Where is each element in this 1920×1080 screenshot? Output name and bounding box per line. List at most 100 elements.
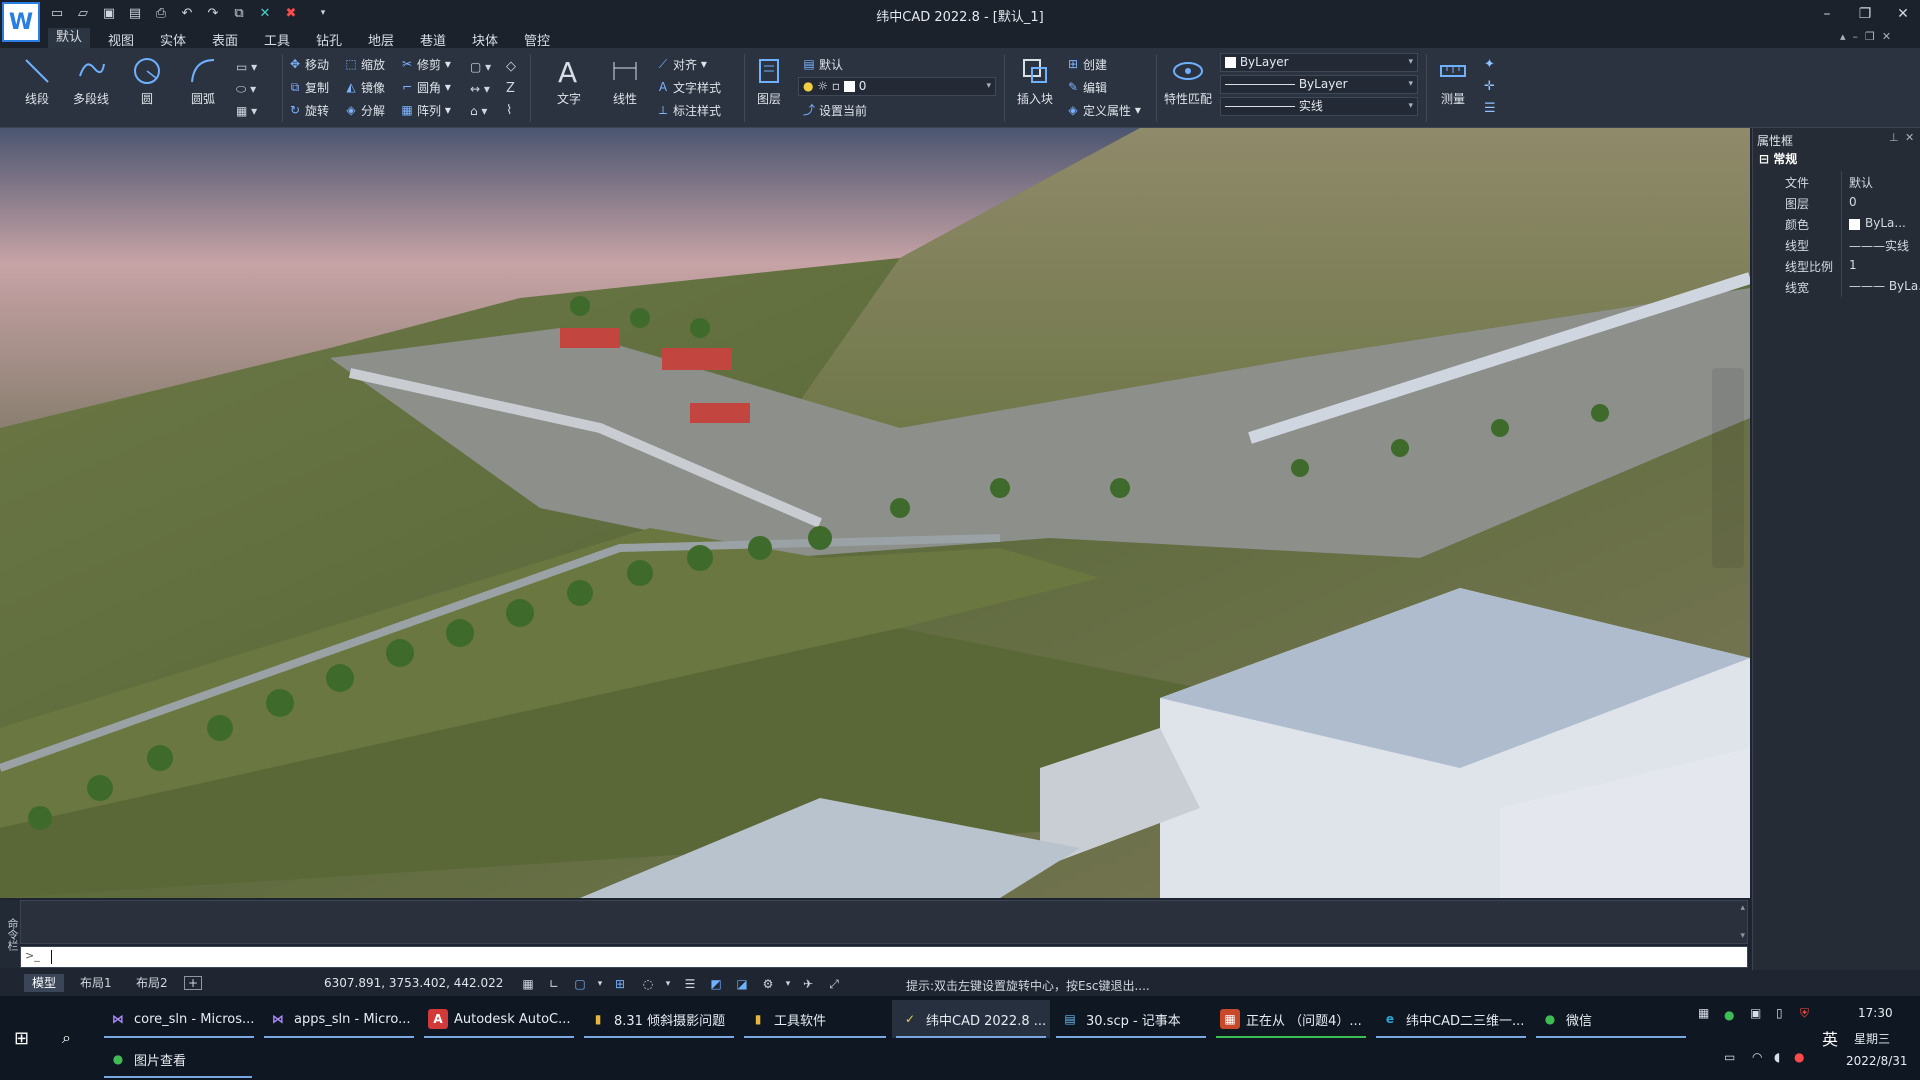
property-row-lineweight[interactable]: 线宽——— ByLa... xyxy=(1759,276,1920,297)
scroll-up-icon[interactable]: ▴ xyxy=(1740,903,1745,913)
linear-dim-tool[interactable]: 线性 xyxy=(602,52,648,124)
tab-model[interactable]: 模型 xyxy=(24,974,65,992)
aligned-dim-button[interactable]: ⟋ 对齐 ▾ xyxy=(656,54,707,74)
minimize-button[interactable]: – xyxy=(1814,3,1840,25)
utility-extra-icons[interactable]: ✦ ✛ ☰ xyxy=(1484,54,1496,120)
tray-keyboard-icon[interactable]: ▦ xyxy=(1698,1006,1709,1020)
tab-strata[interactable]: 地层 xyxy=(368,30,394,49)
drawing-viewport[interactable] xyxy=(0,128,1750,898)
current-layer-label[interactable]: ▤ 默认 xyxy=(802,54,843,74)
property-row-linetype[interactable]: 线型 ———实线 xyxy=(1759,234,1919,255)
taskbar-app-notepad[interactable]: ▤ 30.scp - 记事本 xyxy=(1052,1000,1210,1038)
tray-battery-icon[interactable]: ▭ xyxy=(1724,1050,1735,1064)
lineweight-dropdown[interactable]: 实线 ▾ xyxy=(1220,97,1418,116)
property-row-file[interactable]: 文件 默认 xyxy=(1759,171,1919,192)
taskbar-app-download[interactable]: ▦ 正在从 （问题4）... xyxy=(1212,1000,1370,1038)
text-style-button[interactable]: A 文字样式 xyxy=(656,77,721,97)
set-current-layer-button[interactable]: ⤴ 设置当前 xyxy=(802,100,867,120)
layer-state-dropdown[interactable]: ● ☼ ▫ 0 ▾ xyxy=(798,77,996,96)
linetype-dropdown[interactable]: ByLayer ▾ xyxy=(1220,75,1418,94)
tab-layout2[interactable]: 布局2 xyxy=(128,974,176,992)
tab-block-model[interactable]: 块体 xyxy=(472,30,498,49)
taskbar-app-core-sln[interactable]: ⋈ core_sln - Micros... xyxy=(100,1000,258,1038)
ortho-icon[interactable]: ▢ xyxy=(572,976,588,992)
dynamic-input-icon[interactable]: ◪ xyxy=(734,976,750,992)
gear-icon[interactable]: ⚙ xyxy=(760,976,776,992)
tab-tools[interactable]: 工具 xyxy=(264,30,290,49)
tab-solid[interactable]: 实体 xyxy=(160,30,186,49)
edit-block-button[interactable]: ✎ 编辑 xyxy=(1066,77,1107,97)
taskbar-app-wechat[interactable]: ● 微信 xyxy=(1532,1000,1690,1038)
tray-volume-icon[interactable]: ◖ xyxy=(1774,1050,1780,1064)
insert-block-tool[interactable]: 插入块 xyxy=(1012,52,1058,124)
move-button[interactable]: ✥ 移动 xyxy=(288,54,329,74)
arc-tool[interactable]: 圆弧 xyxy=(180,52,226,124)
explode-button[interactable]: ◈ 分解 xyxy=(344,100,385,120)
tab-layout1[interactable]: 布局1 xyxy=(72,974,120,992)
property-row-layer[interactable]: 图层 0 xyxy=(1759,192,1919,213)
match-properties-tool[interactable]: 特性匹配 xyxy=(1164,52,1212,124)
clock-date[interactable]: 2022/8/31 xyxy=(1846,1054,1908,1068)
oblique-photography-model[interactable] xyxy=(0,128,1750,898)
circle-tool[interactable]: 圆 xyxy=(124,52,170,124)
measure-tool[interactable]: 测量 xyxy=(1430,52,1476,124)
search-icon[interactable]: ⌕ xyxy=(62,1028,71,1048)
snap-icon[interactable]: ∟ xyxy=(546,976,562,992)
tray-wifi-icon[interactable]: ◠ xyxy=(1752,1050,1762,1064)
close-icon[interactable]: ✕ xyxy=(1905,131,1914,144)
tray-alert-icon[interactable]: ● xyxy=(1794,1050,1804,1064)
chevron-down-icon[interactable]: ▾ xyxy=(780,976,796,992)
pin-icon[interactable]: ⊥ xyxy=(1889,131,1899,144)
chevron-down-icon[interactable]: ▾ xyxy=(592,976,608,992)
tray-usb-icon[interactable]: ▯ xyxy=(1776,1006,1783,1020)
workspace-icon[interactable]: ✈ xyxy=(800,976,816,992)
tray-monitor-icon[interactable]: ▣ xyxy=(1750,1006,1761,1020)
polar-icon[interactable]: ⊞ xyxy=(612,976,628,992)
dim-style-button[interactable]: ⟂ 标注样式 xyxy=(656,100,721,120)
tab-drilling[interactable]: 钻孔 xyxy=(316,30,342,49)
grid-icon[interactable]: ▦ xyxy=(520,976,536,992)
array-button[interactable]: ▦ 阵列 ▾ xyxy=(400,100,451,120)
tab-control[interactable]: 管控 xyxy=(524,30,550,49)
property-row-linetype-scale[interactable]: 线型比例 1 xyxy=(1759,255,1919,276)
tab-tunnel[interactable]: 巷道 xyxy=(420,30,446,49)
app-logo[interactable]: W xyxy=(2,2,40,42)
layer-tool[interactable]: 图层 xyxy=(746,52,792,124)
chevron-down-icon[interactable]: ▾ xyxy=(660,976,676,992)
restore-button[interactable]: ❐ xyxy=(1852,3,1878,25)
command-input[interactable]: >_ xyxy=(20,946,1748,968)
tray-wechat-icon[interactable]: ● xyxy=(1724,1008,1734,1022)
clock-weekday[interactable]: 星期三 xyxy=(1854,1030,1890,1047)
erase-icon[interactable]: ◇ Z ⌇ xyxy=(506,56,516,122)
trim-button[interactable]: ✂ 修剪 ▾ xyxy=(400,54,451,74)
fullscreen-icon[interactable]: ⤢ xyxy=(826,976,842,992)
property-section-general[interactable]: ⊟ 常规 xyxy=(1759,150,1797,167)
windows-start-icon[interactable]: ⊞ xyxy=(14,1028,29,1049)
fillet-button[interactable]: ⌐ 圆角 ▾ xyxy=(400,77,451,97)
scale-button[interactable]: ⬚ 缩放 xyxy=(344,54,385,74)
mirror-button[interactable]: ◭ 镜像 xyxy=(344,77,385,97)
scroll-down-icon[interactable]: ▾ xyxy=(1740,931,1745,941)
rotate-button[interactable]: ↻ 旋转 xyxy=(288,100,329,120)
property-row-color[interactable]: 颜色 ByLa... xyxy=(1759,213,1919,234)
taskbar-app-apps-sln[interactable]: ⋈ apps_sln - Micro... xyxy=(260,1000,418,1038)
taskbar-app-edge[interactable]: e 纬中CAD二三维一... xyxy=(1372,1000,1530,1038)
viewcube-tools[interactable] xyxy=(1712,368,1744,568)
command-history[interactable]: ▴ ▾ xyxy=(20,900,1748,944)
tab-default[interactable]: 默认 xyxy=(48,28,91,48)
object-snap-icon[interactable]: ◌ xyxy=(640,976,656,992)
close-button[interactable]: ✕ xyxy=(1890,3,1916,25)
draw-extra-icons[interactable]: ▭ ▾ ⬭ ▾ ▦ ▾ xyxy=(236,56,257,122)
taskbar-app-autocad[interactable]: A Autodesk AutoC... xyxy=(420,1000,578,1038)
ribbon-window-controls[interactable]: ▴ – ❐ ✕ xyxy=(1840,30,1891,43)
taskbar-app-image-viewer[interactable]: ● 图片查看 xyxy=(100,1040,256,1078)
line-tool[interactable]: 线段 xyxy=(14,52,60,124)
ime-indicator[interactable]: 英 xyxy=(1822,1026,1838,1050)
clock-time[interactable]: 17:30 xyxy=(1858,1006,1893,1020)
create-block-button[interactable]: ⊞ 创建 xyxy=(1066,54,1107,74)
tab-surface[interactable]: 表面 xyxy=(212,30,238,49)
define-attr-button[interactable]: ◈ 定义属性 ▾ xyxy=(1066,100,1140,120)
modify-extra-icons[interactable]: ▢ ▾ ↔ ▾ ⌂ ▾ xyxy=(470,56,491,122)
text-tool[interactable]: A 文字 xyxy=(546,52,592,124)
add-layout-button[interactable]: + xyxy=(184,976,203,990)
